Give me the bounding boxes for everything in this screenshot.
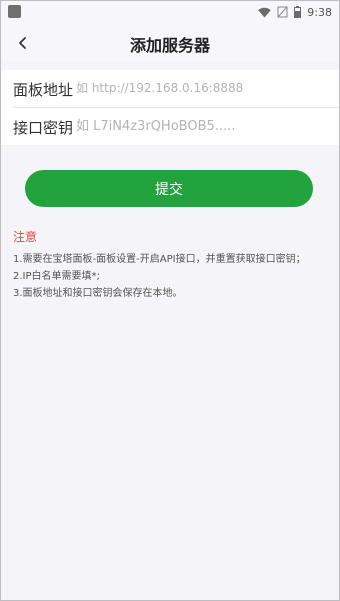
api-key-row: 接口密钥: [0, 108, 340, 145]
wifi-icon: [258, 7, 271, 17]
page-title: 添加服务器: [129, 36, 210, 55]
notice-list: 1.需要在宝塔面板-面板设置-开启API接口，并重置获取接口密钥； 2.IP白名…: [13, 251, 330, 302]
submit-button[interactable]: 提交: [25, 170, 313, 207]
app-header: 添加服务器: [0, 24, 340, 62]
notice-item: 2.IP白名单需要填*;: [13, 271, 100, 282]
battery-icon: [294, 6, 302, 18]
panel-address-label: 面板地址: [13, 81, 74, 99]
notice-title: 注意: [13, 230, 38, 244]
panel-address-row: 面板地址: [0, 70, 340, 108]
no-signal-icon: [277, 6, 288, 18]
app-notification-icon: [8, 5, 21, 18]
notice-item: 1.需要在宝塔面板-面板设置-开启API接口，并重置获取接口密钥；: [13, 254, 306, 265]
server-form: 面板地址 接口密钥: [0, 70, 340, 145]
api-key-input[interactable]: [76, 114, 330, 138]
panel-address-input[interactable]: [76, 76, 330, 100]
status-icons: 9:38: [258, 4, 332, 20]
status-bar: 9:38: [0, 0, 340, 24]
notice-item: 3.面板地址和接口密钥会保存在本地。: [13, 288, 183, 299]
status-time: 9:38: [307, 5, 332, 19]
api-key-label: 接口密钥: [13, 119, 74, 137]
